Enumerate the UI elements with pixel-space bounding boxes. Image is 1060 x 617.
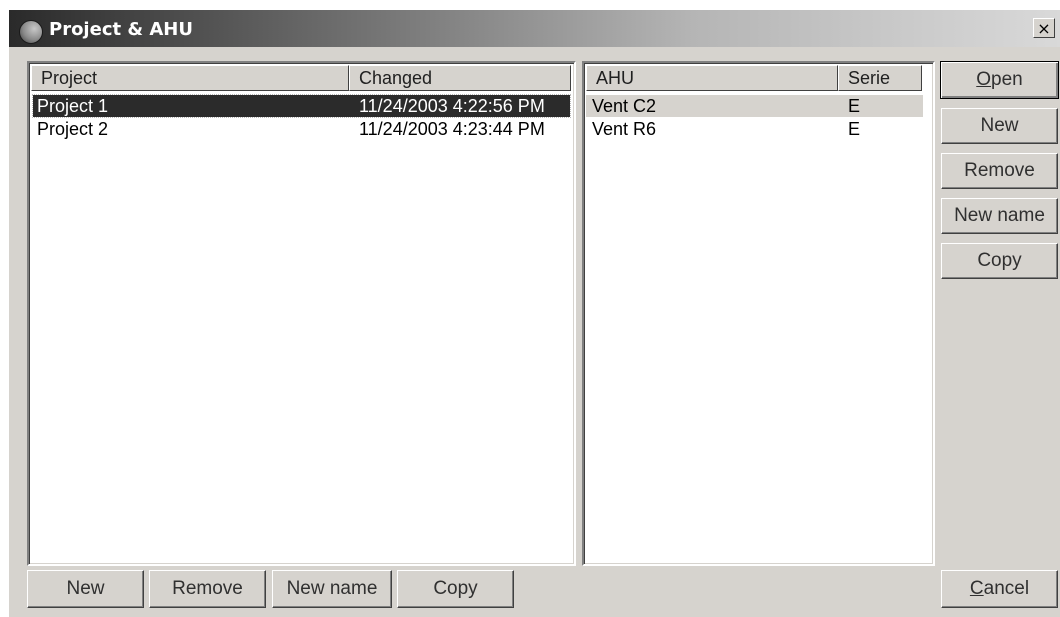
open-button-mnemonic: O	[976, 69, 992, 90]
cancel-button-label: ancel	[983, 578, 1030, 599]
ahu-list[interactable]: AHU Serie Vent C2 E Vent R6 E	[582, 61, 935, 566]
title-bar: Project & AHU ×	[9, 10, 1060, 47]
new-name-ahu-button[interactable]: New name	[941, 198, 1058, 234]
open-button[interactable]: Open	[940, 61, 1059, 99]
new-name-project-button[interactable]: New name	[272, 570, 392, 608]
remove-ahu-button[interactable]: Remove	[941, 153, 1058, 189]
new-ahu-button[interactable]: New	[941, 108, 1058, 144]
cancel-button[interactable]: Cancel	[941, 570, 1058, 608]
column-header-ahu[interactable]: AHU	[586, 65, 838, 91]
ahu-serie: E	[848, 96, 861, 116]
project-row-1[interactable]: Project 1 11/24/2003 4:22:56 PM	[32, 94, 571, 118]
column-header-project[interactable]: Project	[31, 65, 349, 91]
copy-project-button[interactable]: Copy	[397, 570, 514, 608]
column-header-changed[interactable]: Changed	[349, 65, 571, 91]
project-name: Project 1	[37, 96, 109, 116]
project-ahu-dialog: Project & AHU × Project Changed Project …	[8, 9, 1060, 617]
ahu-name: Vent R6	[592, 119, 657, 139]
copy-ahu-button[interactable]: Copy	[941, 243, 1058, 279]
close-icon[interactable]: ×	[1033, 18, 1055, 38]
project-name: Project 2	[37, 119, 109, 139]
project-changed: 11/24/2003 4:23:44 PM	[359, 119, 545, 139]
cancel-button-mnemonic: C	[969, 578, 984, 599]
remove-project-button[interactable]: Remove	[149, 570, 266, 608]
project-list[interactable]: Project Changed Project 1 11/24/2003 4:2…	[27, 61, 576, 566]
ahu-row-1[interactable]: Vent C2 E	[586, 95, 923, 117]
app-logo-icon	[19, 20, 43, 44]
ahu-row-2[interactable]: Vent R6 E	[586, 118, 923, 140]
project-row-2[interactable]: Project 2 11/24/2003 4:23:44 PM	[33, 118, 570, 140]
project-changed: 11/24/2003 4:22:56 PM	[359, 96, 545, 116]
new-project-button[interactable]: New	[27, 570, 144, 608]
ahu-name: Vent C2	[592, 96, 657, 116]
open-button-label: pen	[991, 69, 1023, 90]
window-title: Project & AHU	[49, 19, 193, 40]
column-header-serie[interactable]: Serie	[838, 65, 922, 91]
ahu-serie: E	[848, 119, 861, 139]
